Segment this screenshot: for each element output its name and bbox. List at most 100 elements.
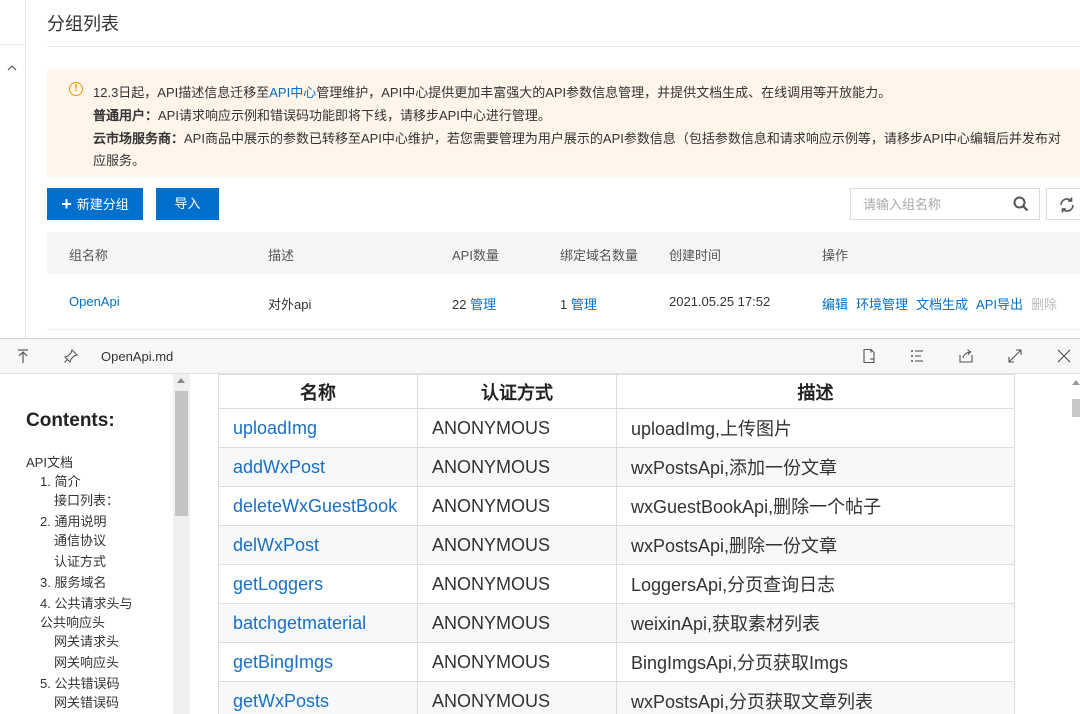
toc-item[interactable]: 1. 简介 <box>40 471 80 490</box>
toc-item[interactable]: 公共响应头 <box>40 612 105 631</box>
table-row: getBingImgs ANONYMOUS BingImgsApi,分页获取Im… <box>219 643 1015 682</box>
viewer-toolbar: OpenApi.md <box>0 339 1080 374</box>
markdown-viewer: OpenApi.md Contents: API文档 1. 简介 <box>0 338 1080 713</box>
api-name-link[interactable]: addWxPost <box>219 448 418 487</box>
table-row: getWxPosts ANONYMOUS wxPostsApi,分页获取文章列表 <box>219 682 1015 714</box>
search-box <box>850 188 1040 220</box>
group-table-header: 组名称 描述 API数量 绑定域名数量 创建时间 操作 <box>47 232 1080 274</box>
api-auth: ANONYMOUS <box>418 643 617 682</box>
toc-item[interactable]: 网关错误码 <box>54 692 119 711</box>
scroll-up-arrow-icon[interactable] <box>177 378 185 383</box>
document-scrollbar-thumb[interactable] <box>1072 399 1080 417</box>
notice-line-2: 普通用户：API请求响应示例和错误码功能即将下线，请移步API中心进行管理。 <box>93 105 551 124</box>
group-name-link[interactable]: OpenApi <box>69 294 120 309</box>
plus-icon: + <box>61 194 72 214</box>
open-file-icon[interactable] <box>861 348 877 364</box>
col-group-name: 组名称 <box>69 245 108 264</box>
document-content: 名称 认证方式 描述 uploadImg ANONYMOUS uploadImg… <box>190 374 1080 714</box>
pin-icon[interactable] <box>63 348 79 364</box>
delete-link[interactable]: 删除 <box>1031 297 1057 312</box>
api-export-link[interactable]: API导出 <box>976 297 1023 312</box>
edit-link[interactable]: 编辑 <box>822 297 848 312</box>
toc-scrollbar-thumb[interactable] <box>175 391 188 516</box>
col-actions: 操作 <box>822 245 848 264</box>
table-header-row: 名称 认证方式 描述 <box>219 375 1015 409</box>
col-api-count: API数量 <box>452 245 499 264</box>
api-desc: LoggersApi,分页查询日志 <box>617 565 1015 604</box>
table-row: addWxPost ANONYMOUS wxPostsApi,添加一份文章 <box>219 448 1015 487</box>
api-name-link[interactable]: batchgetmaterial <box>219 604 418 643</box>
api-list-table: 名称 认证方式 描述 uploadImg ANONYMOUS uploadImg… <box>218 374 1015 714</box>
api-auth: ANONYMOUS <box>418 448 617 487</box>
doc-generate-link[interactable]: 文档生成 <box>916 297 968 312</box>
toc-item[interactable]: 3. 服务域名 <box>40 572 106 591</box>
api-auth: ANONYMOUS <box>418 409 617 448</box>
toc-scrollbar[interactable] <box>173 374 190 714</box>
api-count-value: 22 <box>452 297 466 312</box>
notice-label: 云市场服务商： <box>93 131 184 146</box>
refresh-button[interactable] <box>1046 188 1080 220</box>
toc-item[interactable]: 网关响应头 <box>54 652 119 671</box>
domain-count-value: 1 <box>560 297 567 312</box>
toc-item[interactable]: 接口列表： <box>54 490 119 509</box>
toc-title: Contents: <box>26 410 115 432</box>
api-auth: ANONYMOUS <box>418 487 617 526</box>
chevron-up-icon[interactable] <box>6 62 18 74</box>
table-of-contents: Contents: API文档 1. 简介 接口列表： 2. 通用说明 通信协议… <box>0 374 190 714</box>
toc-item[interactable]: 网关请求头 <box>54 631 119 650</box>
rail-divider <box>0 44 26 45</box>
toc-item[interactable]: API文档 <box>26 452 73 471</box>
api-name-link[interactable]: delWxPost <box>219 526 418 565</box>
table-row: getLoggers ANONYMOUS LoggersApi,分页查询日志 <box>219 565 1015 604</box>
import-button[interactable]: 导入 <box>156 188 219 220</box>
api-name-link[interactable]: getWxPosts <box>219 682 418 714</box>
api-manage-link[interactable]: 管理 <box>470 297 496 312</box>
domain-count: 1 管理 <box>560 294 597 313</box>
expand-icon[interactable] <box>1007 348 1023 364</box>
outline-icon[interactable] <box>909 348 925 364</box>
notice-line-3: 云市场服务商：API商品中展示的参数已转移至API中心维护，若您需要管理为用户展… <box>93 128 1061 147</box>
scroll-to-top-icon[interactable] <box>15 348 31 364</box>
notice-text: API商品中展示的参数已转移至API中心维护，若您需要管理为用户展示的API参数… <box>184 131 1061 146</box>
api-auth: ANONYMOUS <box>418 565 617 604</box>
new-group-button[interactable]: +新建分组 <box>47 188 143 220</box>
search-input[interactable] <box>851 189 1006 219</box>
notice-line-1: 12.3日起，API描述信息迁移至API中心管理维护，API中心提供更加丰富强大… <box>93 82 891 101</box>
toc-item[interactable]: 5. 公共错误码 <box>40 673 119 692</box>
toc-item[interactable]: 2. 通用说明 <box>40 511 106 530</box>
toc-item[interactable]: 4. 公共请求头与 <box>40 593 132 612</box>
api-name-link[interactable]: getBingImgs <box>219 643 418 682</box>
table-row: delWxPost ANONYMOUS wxPostsApi,删除一份文章 <box>219 526 1015 565</box>
document-scrollbar[interactable] <box>1072 374 1080 714</box>
scroll-up-arrow-icon[interactable] <box>1072 380 1080 385</box>
api-center-link[interactable]: API中心 <box>269 85 316 100</box>
api-name-link[interactable]: uploadImg <box>219 409 418 448</box>
toc-item[interactable]: 认证方式 <box>54 551 106 570</box>
console-panel: 分组列表 ! 12.3日起，API描述信息迁移至API中心管理维护，API中心提… <box>0 0 1080 338</box>
api-desc: wxGuestBookApi,删除一个帖子 <box>617 487 1015 526</box>
api-auth: ANONYMOUS <box>418 604 617 643</box>
search-icon[interactable] <box>1013 196 1029 212</box>
env-manage-link[interactable]: 环境管理 <box>856 297 908 312</box>
api-name-link[interactable]: deleteWxGuestBook <box>219 487 418 526</box>
warning-icon: ! <box>69 82 83 96</box>
api-auth: ANONYMOUS <box>418 682 617 714</box>
share-icon[interactable] <box>958 348 974 364</box>
api-name-link[interactable]: getLoggers <box>219 565 418 604</box>
domain-manage-link[interactable]: 管理 <box>571 297 597 312</box>
viewer-filename: OpenApi.md <box>101 349 173 364</box>
page-title: 分组列表 <box>47 10 119 36</box>
notice-text: 12.3日起，API描述信息迁移至 <box>93 85 269 100</box>
action-links: 编辑环境管理文档生成 API导出删除 <box>822 294 1057 313</box>
api-desc: weixinApi,获取素材列表 <box>617 604 1015 643</box>
toc-item[interactable]: 通信协议 <box>54 530 106 549</box>
api-count: 22 管理 <box>452 294 496 313</box>
table-row: uploadImg ANONYMOUS uploadImg,上传图片 <box>219 409 1015 448</box>
notice-label: 普通用户： <box>93 108 158 123</box>
close-icon[interactable] <box>1056 348 1072 364</box>
api-desc: wxPostsApi,添加一份文章 <box>617 448 1015 487</box>
refresh-icon <box>1058 196 1076 214</box>
table-row: deleteWxGuestBook ANONYMOUS wxGuestBookA… <box>219 487 1015 526</box>
notice-line-4: 应服务。 <box>93 150 145 169</box>
table-row: OpenApi 对外api 22 管理 1 管理 2021.05.25 17:5… <box>47 274 1080 330</box>
